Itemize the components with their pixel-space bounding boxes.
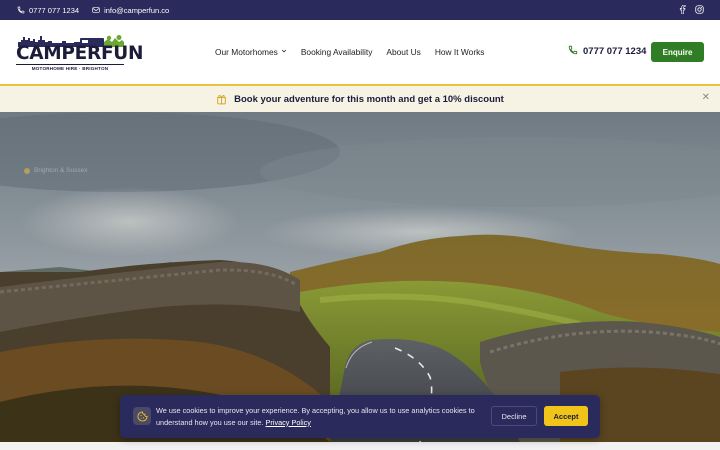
enquire-button[interactable]: Enquire: [651, 42, 704, 62]
mail-icon: [91, 6, 100, 15]
main-nav: Our Motorhomes Booking Availability Abou…: [215, 47, 484, 57]
topbar-email-link[interactable]: info@camperfun.co: [91, 6, 169, 15]
chevron-down-icon: [281, 48, 287, 56]
nav-item-how-it-works[interactable]: How It Works: [435, 47, 485, 57]
cookie-icon: [133, 407, 151, 425]
phone-icon: [568, 45, 578, 58]
header-phone-link[interactable]: 0777 077 1234: [568, 45, 646, 58]
header-phone-text: 0777 077 1234: [583, 46, 647, 57]
accept-button[interactable]: Accept: [544, 406, 588, 426]
logo-wordmark: CAMPERFUN: [16, 43, 144, 64]
facebook-icon[interactable]: [679, 4, 686, 16]
cookie-text: We use cookies to improve your experienc…: [156, 405, 481, 428]
nav-item-our-motorhomes[interactable]: Our Motorhomes: [215, 47, 287, 57]
close-icon[interactable]: ✕: [702, 92, 710, 103]
phone-icon: [16, 6, 25, 15]
instagram-icon[interactable]: [695, 4, 704, 16]
cookie-message: We use cookies to improve your experienc…: [156, 406, 475, 427]
promo-text: Book your adventure for this month and g…: [234, 93, 504, 105]
topbar-email-text: info@camperfun.co: [104, 5, 170, 15]
location-dot-icon: [24, 167, 30, 174]
social-links: [679, 4, 704, 16]
topbar-phone-link[interactable]: 0777 077 1234: [16, 6, 79, 15]
privacy-policy-link[interactable]: Privacy Policy: [266, 418, 311, 427]
nav-item-label: How It Works: [434, 47, 485, 57]
hero-badge-text: Brighton & Sussex: [34, 167, 88, 174]
site-header: CAMPERFUN MOTORHOME HIRE · BRIGHTON Our …: [0, 20, 720, 84]
logo-tagline: MOTORHOME HIRE · BRIGHTON: [16, 64, 124, 71]
promo-banner: Book your adventure for this month and g…: [0, 84, 720, 112]
decline-button[interactable]: Decline: [491, 406, 537, 426]
topbar-phone-text: 0777 077 1234: [29, 5, 80, 15]
cookie-banner: We use cookies to improve your experienc…: [120, 395, 600, 438]
hero-image: Brighton & Sussex: [0, 112, 720, 442]
gift-icon: [216, 93, 227, 105]
nav-item-label: About Us: [386, 47, 421, 57]
nav-item-label: Booking Availability: [300, 47, 373, 57]
top-bar: 0777 077 1234 info@camperfun.co: [0, 0, 720, 20]
hero-landscape: [0, 112, 720, 442]
site-logo[interactable]: CAMPERFUN MOTORHOME HIRE · BRIGHTON: [16, 34, 144, 72]
nav-item-booking-availability[interactable]: Booking Availability: [301, 47, 373, 57]
page-bottom-strip: [0, 442, 720, 450]
nav-item-about-us[interactable]: About Us: [386, 47, 420, 57]
nav-item-label: Our Motorhomes: [215, 47, 278, 57]
hero-location-badge: Brighton & Sussex: [24, 167, 87, 174]
